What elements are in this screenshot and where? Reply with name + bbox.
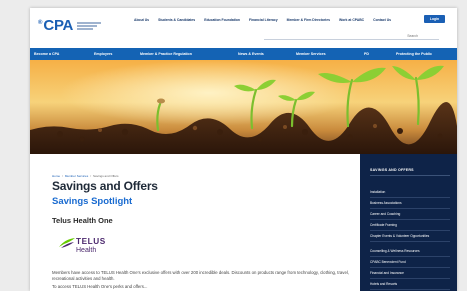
breadcrumb-home[interactable]: Home: [52, 174, 60, 178]
login-button[interactable]: Login: [424, 15, 445, 23]
cpa-logo[interactable]: ® CPA: [38, 17, 102, 34]
breadcrumb: Home / Member Services / Savings and Off…: [52, 174, 119, 178]
nav-become-cpa[interactable]: Become a CPA: [34, 52, 59, 56]
sidebar-item-counselling-wellness[interactable]: Counselling & Wellness Resources: [370, 249, 450, 256]
sidebar-item-installation[interactable]: Installation: [370, 190, 450, 197]
sidebar: SAVINGS AND OFFERS Installation Business…: [360, 154, 457, 291]
breadcrumb-current: Savings and Offers: [93, 174, 119, 178]
nav-protecting-public[interactable]: Protecting the Public: [396, 52, 432, 56]
search-input[interactable]: [264, 32, 424, 39]
top-link-about[interactable]: About Us: [134, 18, 149, 22]
nav-employers[interactable]: Employers: [94, 52, 112, 56]
sidebar-heading: SAVINGS AND OFFERS: [370, 168, 414, 172]
logo-text: CPA: [43, 17, 74, 34]
sidebar-item-business-associations[interactable]: Business Associations: [370, 201, 450, 208]
sidebar-item-benevolent-fund[interactable]: CPABC Benevolent Fund: [370, 260, 450, 267]
breadcrumb-separator: /: [90, 174, 92, 178]
telus-logo-health: Health: [76, 247, 97, 254]
top-link-contact[interactable]: Contact Us: [373, 18, 391, 22]
offer-description-continued: To access TELUS Health One's perks and o…: [52, 284, 148, 289]
page-subtitle: Savings Spotlight: [52, 196, 133, 207]
telus-health-logo: TELUS Health: [58, 235, 114, 259]
top-link-work[interactable]: Work at CPABC: [339, 18, 364, 22]
sidebar-item-career-coaching[interactable]: Career and Coaching: [370, 212, 450, 219]
sidebar-item-certificate-framing[interactable]: Certificate Framing: [370, 223, 450, 230]
breadcrumb-separator: /: [62, 174, 63, 178]
offer-description: Members have access to TELUS Health One'…: [52, 270, 349, 281]
sidebar-divider: [370, 175, 450, 176]
logo-tagline-icon: [77, 21, 102, 30]
nav-pd[interactable]: PD: [364, 52, 369, 56]
nav-member-practice-regulation[interactable]: Member & Practice Regulation: [140, 52, 192, 56]
hero-image: [30, 60, 457, 154]
top-link-students[interactable]: Students & Candidates: [158, 18, 195, 22]
sprouts-photo: [30, 60, 457, 154]
top-nav: About Us Students & Candidates Education…: [134, 18, 391, 22]
top-link-financial-literacy[interactable]: Financial Literacy: [249, 18, 278, 22]
top-link-directories[interactable]: Member & Firm Directories: [287, 18, 330, 22]
telus-logo-word: TELUS: [76, 237, 106, 246]
search-bar: [264, 32, 439, 40]
top-link-education[interactable]: Education Foundation: [204, 18, 240, 22]
registered-mark: ®: [38, 20, 43, 26]
telus-leaf-icon: [59, 238, 75, 248]
nav-news-events[interactable]: News & Events: [238, 52, 264, 56]
breadcrumb-member-services[interactable]: Member Services: [65, 174, 88, 178]
sidebar-item-financial-insurance[interactable]: Financial and Insurance: [370, 271, 450, 278]
sidebar-item-hotels-resorts[interactable]: Hotels and Resorts: [370, 282, 450, 289]
section-title: Telus Health One: [52, 216, 113, 225]
site-header: ® CPA About Us Students & Candidates Edu…: [30, 8, 457, 48]
page-title: Savings and Offers: [52, 179, 158, 193]
main-nav: Become a CPA Employers Member & Practice…: [30, 48, 457, 60]
nav-member-services[interactable]: Member Services: [296, 52, 326, 56]
sidebar-item-chapter-events[interactable]: Chapter Events & Volunteer Opportunities: [370, 234, 450, 241]
page: ® CPA About Us Students & Candidates Edu…: [30, 8, 457, 291]
